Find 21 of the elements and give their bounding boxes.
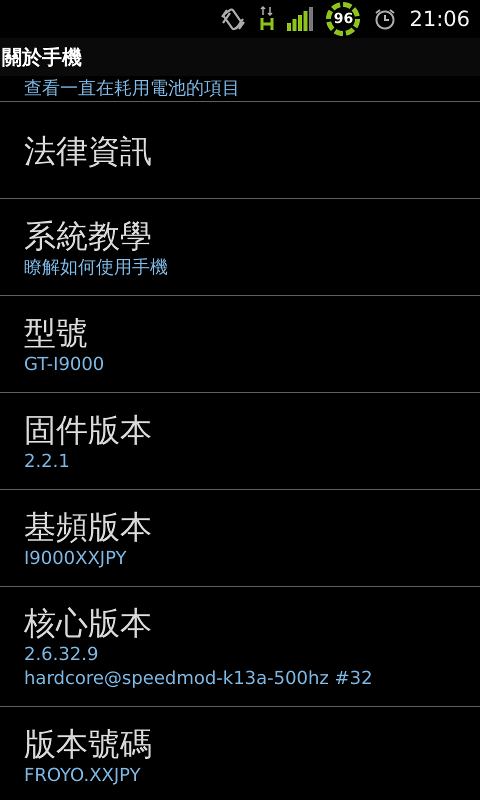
signal-icon <box>287 7 314 31</box>
item-summary: 查看一直在耗用電池的項目 <box>24 78 240 100</box>
item-summary: hardcore@speedmod-k13a-500hz #32 <box>24 667 374 691</box>
item-title[interactable]: 系統教學 <box>24 216 456 256</box>
item-title[interactable]: 版本號碼 <box>24 724 456 764</box>
item-title[interactable]: 型號 <box>24 312 456 352</box>
item-title[interactable]: 固件版本 <box>24 410 456 450</box>
item-summary: FROYO.XXJPY <box>24 764 142 788</box>
item-summary: GT-I9000 <box>24 352 106 376</box>
item-summary: I9000XXJPY <box>24 546 128 570</box>
item-summary: 瞭解如何使用手機 <box>24 256 169 280</box>
alarm-clock-icon <box>373 7 398 31</box>
item-title[interactable]: 法律資訊 <box>24 130 456 170</box>
item-title[interactable]: 核心版本 <box>24 603 456 643</box>
battery-percentage: 96 <box>332 10 354 29</box>
clock-time: 21:06 <box>409 7 470 31</box>
item-summary: 2.6.32.9 <box>24 643 100 667</box>
item-summary: 2.2.1 <box>24 450 71 474</box>
data-h-icon <box>259 5 276 33</box>
window-title: 關於手機 <box>0 38 480 76</box>
item-title[interactable]: 基頻版本 <box>24 506 456 546</box>
